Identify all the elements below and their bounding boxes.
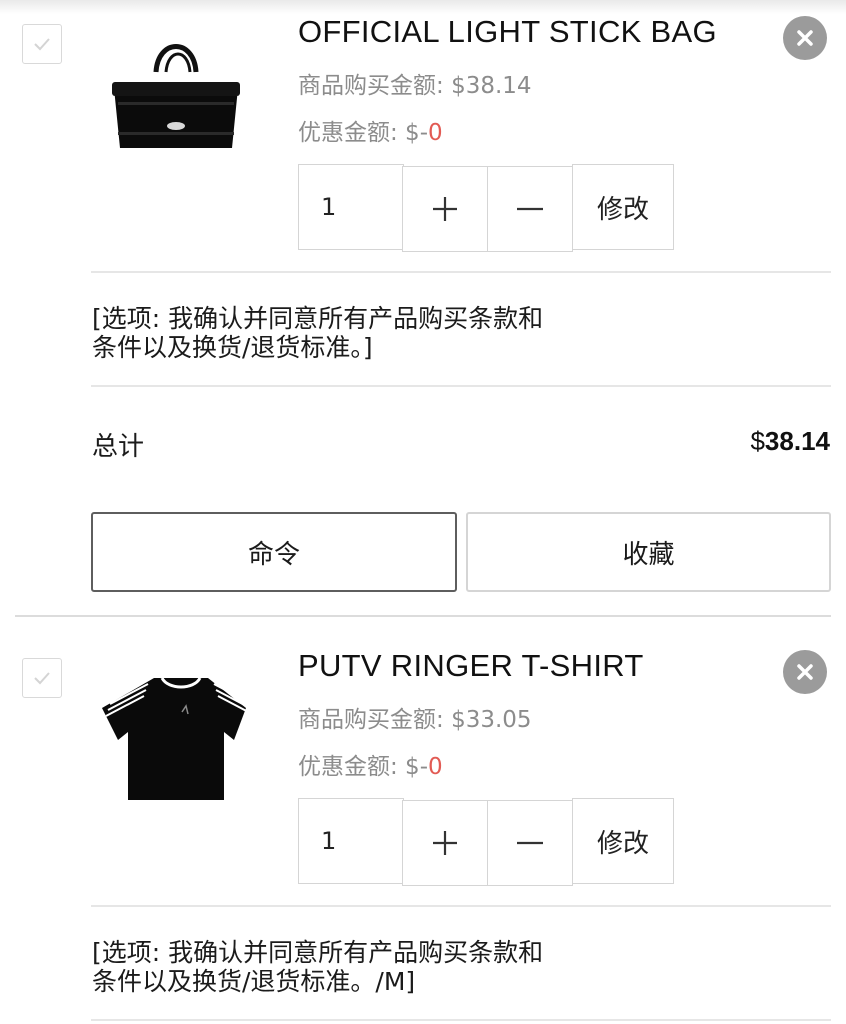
quantity-edit-button[interactable]: 修改: [572, 798, 674, 884]
purchase-amount: $33.05: [451, 707, 532, 733]
discount-amount-line: 优惠金额: $-0: [298, 113, 443, 147]
minus-icon: [517, 207, 543, 211]
purchase-label: 商品购买金额:: [298, 73, 452, 99]
item-checkbox[interactable]: [22, 658, 62, 698]
quantity-input[interactable]: 1: [298, 798, 404, 884]
purchase-amount-line: 商品购买金额: $33.05: [298, 700, 532, 734]
quantity-input[interactable]: 1: [298, 164, 404, 250]
product-image[interactable]: [96, 20, 266, 170]
discount-amount: 0: [428, 120, 443, 146]
discount-amount-line: 优惠金额: $-0: [298, 747, 443, 781]
quantity-decrease-button[interactable]: [487, 800, 573, 886]
quantity-increase-button[interactable]: [402, 166, 488, 252]
option-line: [选项: 我确认并同意所有产品购买条款和: [92, 304, 544, 333]
quantity-stepper: 1 修改: [298, 798, 676, 886]
purchase-amount: $38.14: [451, 73, 532, 99]
wishlist-button[interactable]: 收藏: [466, 512, 831, 592]
discount-label: 优惠金额: $-: [298, 120, 428, 146]
product-image[interactable]: [96, 660, 266, 810]
item-checkbox[interactable]: [22, 24, 62, 64]
close-icon: [797, 664, 813, 680]
purchase-label: 商品购买金额:: [298, 707, 452, 733]
quantity-edit-button[interactable]: 修改: [572, 164, 674, 250]
tshirt-icon: [102, 677, 257, 800]
divider: [91, 271, 831, 273]
divider: [91, 1019, 831, 1021]
discount-amount: 0: [428, 754, 443, 780]
minus-icon: [517, 841, 543, 845]
order-button[interactable]: 命令: [91, 512, 457, 592]
discount-label: 优惠金额: $-: [298, 754, 428, 780]
plus-icon: [433, 831, 457, 855]
option-text: [选项: 我确认并同意所有产品购买条款和 条件以及换货/退货标准。/M]: [92, 938, 652, 996]
close-icon: [797, 30, 813, 46]
top-shadow: [0, 0, 846, 14]
check-icon: [34, 38, 50, 51]
remove-item-button[interactable]: [783, 16, 827, 60]
tote-bag-icon: [112, 44, 240, 148]
quantity-stepper: 1 修改: [298, 164, 676, 252]
section-divider: [15, 615, 831, 617]
option-line: 条件以及换货/退货标准。/M]: [92, 967, 416, 996]
product-title[interactable]: OFFICIAL LIGHT STICK BAG: [298, 14, 717, 50]
option-line: 条件以及换货/退货标准。]: [92, 333, 373, 362]
option-text: [选项: 我确认并同意所有产品购买条款和 条件以及换货/退货标准。]: [92, 304, 652, 362]
total-label: 总计: [92, 432, 145, 462]
total-value: 38.14: [764, 426, 830, 456]
product-title[interactable]: PUTV RINGER T-SHIRT: [298, 648, 644, 684]
option-line: [选项: 我确认并同意所有产品购买条款和: [92, 938, 544, 967]
plus-icon: [433, 197, 457, 221]
divider: [91, 385, 831, 387]
total-currency: $: [750, 426, 765, 456]
quantity-decrease-button[interactable]: [487, 166, 573, 252]
remove-item-button[interactable]: [783, 650, 827, 694]
total-amount: $38.14: [750, 426, 830, 457]
check-icon: [34, 672, 50, 685]
divider: [91, 905, 831, 907]
purchase-amount-line: 商品购买金额: $38.14: [298, 66, 532, 100]
quantity-increase-button[interactable]: [402, 800, 488, 886]
